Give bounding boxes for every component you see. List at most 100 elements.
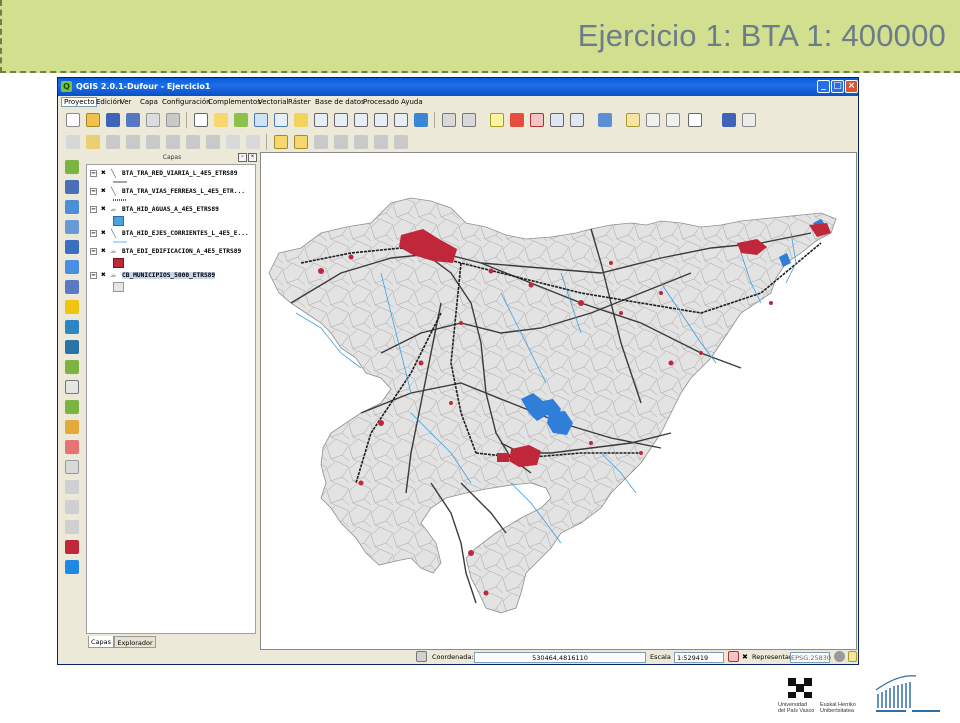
- collapse-icon[interactable]: −: [90, 272, 97, 279]
- deselect-icon[interactable]: [510, 113, 524, 127]
- collapse-icon[interactable]: −: [90, 170, 97, 177]
- text-annotation-icon[interactable]: [688, 113, 702, 127]
- minimize-button[interactable]: _: [817, 80, 830, 93]
- menu-complementos[interactable]: Complementos: [208, 98, 261, 106]
- add-vector-layer-icon[interactable]: [65, 160, 79, 174]
- select-features-icon[interactable]: [490, 113, 504, 127]
- measure-line-icon[interactable]: [598, 113, 612, 127]
- menu-configuracion[interactable]: Configuración: [162, 98, 211, 106]
- window-titlebar[interactable]: Q QGIS 2.0.1-Dufour - Ejercicio1 _ □ ×: [58, 78, 858, 96]
- tab-capas[interactable]: Capas: [88, 636, 114, 648]
- new-bookmark-icon[interactable]: [646, 113, 660, 127]
- pan-to-selection-icon[interactable]: [234, 113, 248, 127]
- new-print-composer-icon[interactable]: [146, 113, 160, 127]
- layer-item[interactable]: − ✖ ▱ BTA_EDI_EDIFICACION_A_4E5_ETRS89: [89, 246, 255, 258]
- zoom-native-icon[interactable]: [294, 113, 308, 127]
- copy-features-icon[interactable]: [226, 135, 240, 149]
- zoom-full-icon[interactable]: [314, 113, 328, 127]
- add-wms-layer-icon[interactable]: [65, 280, 79, 294]
- zoom-in-icon[interactable]: [254, 113, 268, 127]
- map-canvas[interactable]: [260, 152, 857, 650]
- topology-checker-icon[interactable]: [65, 520, 79, 534]
- add-raster-layer-icon[interactable]: [65, 180, 79, 194]
- tab-explorador[interactable]: Explorador: [114, 636, 156, 648]
- close-panel-button[interactable]: ×: [248, 153, 257, 162]
- cut-features-icon[interactable]: [206, 135, 220, 149]
- menu-ayuda[interactable]: Ayuda: [401, 98, 423, 106]
- coordinate-field[interactable]: 530464,4816110: [474, 652, 646, 663]
- layer-item[interactable]: − ✖ ▱ BTA_HID_AGUAS_A_4E5_ETRS89: [89, 204, 255, 216]
- collapse-icon[interactable]: −: [90, 188, 97, 195]
- add-oracle-layer-icon[interactable]: [65, 260, 79, 274]
- collapse-icon[interactable]: −: [90, 230, 97, 237]
- georeferencer-icon[interactable]: [65, 500, 79, 514]
- new-spatialite-layer-icon[interactable]: [65, 420, 79, 434]
- menu-ver[interactable]: Ver: [120, 98, 131, 106]
- layer-item[interactable]: − ✖ ╲ BTA_HID_EJES_CORRIENTES_L_4E5_E...: [89, 228, 255, 240]
- add-spatialite-layer-icon[interactable]: [65, 220, 79, 234]
- messages-icon[interactable]: [848, 651, 857, 662]
- render-checkbox[interactable]: ✖: [742, 653, 748, 661]
- layer-item[interactable]: − ✖ ╲ BTA_TRA_VIAS_FERREAS_L_4E5_ETR...: [89, 186, 255, 198]
- identify-icon[interactable]: [442, 113, 456, 127]
- crs-globe-icon[interactable]: [834, 651, 845, 662]
- add-wfs-layer-icon[interactable]: [65, 320, 79, 334]
- menu-vectorial[interactable]: Vectorial: [258, 98, 289, 106]
- visibility-checkbox[interactable]: ✖: [101, 229, 109, 237]
- help-icon[interactable]: [742, 113, 756, 127]
- stop-render-icon[interactable]: [728, 651, 739, 662]
- visibility-checkbox[interactable]: ✖: [101, 187, 109, 195]
- zoom-out-icon[interactable]: [274, 113, 288, 127]
- add-postgis-layer-icon[interactable]: [65, 200, 79, 214]
- visibility-checkbox[interactable]: ✖: [101, 247, 109, 255]
- close-button[interactable]: ×: [845, 80, 858, 93]
- menu-proyecto[interactable]: Proyecto: [61, 97, 98, 107]
- map-tips-icon[interactable]: [626, 113, 640, 127]
- node-tool-icon[interactable]: [166, 135, 180, 149]
- move-label-icon[interactable]: [354, 135, 368, 149]
- add-feature-icon[interactable]: [126, 135, 140, 149]
- open-project-icon[interactable]: [86, 113, 100, 127]
- new-project-icon[interactable]: [66, 113, 80, 127]
- rotate-label-icon[interactable]: [374, 135, 388, 149]
- pan-map-icon[interactable]: [214, 113, 228, 127]
- collapse-icon[interactable]: −: [90, 248, 97, 255]
- menu-edicion[interactable]: Edición: [96, 98, 121, 106]
- save-project-icon[interactable]: [106, 113, 120, 127]
- toggle-extents-icon[interactable]: [416, 651, 427, 662]
- field-calculator-icon[interactable]: [570, 113, 584, 127]
- save-edits-icon[interactable]: [106, 135, 120, 149]
- heatmap-icon[interactable]: [65, 560, 79, 574]
- new-shapefile-layer-icon[interactable]: [65, 400, 79, 414]
- add-globe-icon[interactable]: [65, 340, 79, 354]
- menu-procesado[interactable]: Procesado: [363, 98, 399, 106]
- show-bookmarks-icon[interactable]: [666, 113, 680, 127]
- menu-capa[interactable]: Capa: [140, 98, 158, 106]
- coordinate-capture-icon[interactable]: [65, 480, 79, 494]
- visibility-checkbox[interactable]: ✖: [101, 205, 109, 213]
- composer-manager-icon[interactable]: [166, 113, 180, 127]
- paste-features-icon[interactable]: [246, 135, 260, 149]
- layer-tree[interactable]: − ✖ ╲ BTA_TRA_RED_VIARIA_L_4E5_ETRS89 − …: [86, 164, 256, 634]
- layer-item-selected[interactable]: − ✖ ▱ CB_MUNICIPIOS_5000_ETRS89: [89, 270, 255, 282]
- action-icon[interactable]: [462, 113, 476, 127]
- change-label-icon[interactable]: [394, 135, 408, 149]
- zoom-last-icon[interactable]: [374, 113, 388, 127]
- vertex-icon[interactable]: [65, 540, 79, 554]
- move-feature-icon[interactable]: [146, 135, 160, 149]
- crs-button[interactable]: EPSG:25830: [790, 652, 831, 663]
- touch-zoom-icon[interactable]: [194, 113, 208, 127]
- toggle-editing-icon[interactable]: [86, 135, 100, 149]
- select-by-expression-icon[interactable]: [530, 113, 544, 127]
- add-wcs-layer-icon[interactable]: [65, 300, 79, 314]
- maximize-button[interactable]: □: [831, 80, 844, 93]
- menu-raster[interactable]: Ráster: [288, 98, 311, 106]
- python-console-icon[interactable]: [722, 113, 736, 127]
- scale-combobox[interactable]: 1:529419: [674, 652, 724, 663]
- attribute-table-icon[interactable]: [550, 113, 564, 127]
- add-mssql-layer-icon[interactable]: [65, 240, 79, 254]
- zoom-to-selection-icon[interactable]: [334, 113, 348, 127]
- remove-layer-icon[interactable]: [65, 440, 79, 454]
- delete-selected-icon[interactable]: [186, 135, 200, 149]
- save-as-icon[interactable]: [126, 113, 140, 127]
